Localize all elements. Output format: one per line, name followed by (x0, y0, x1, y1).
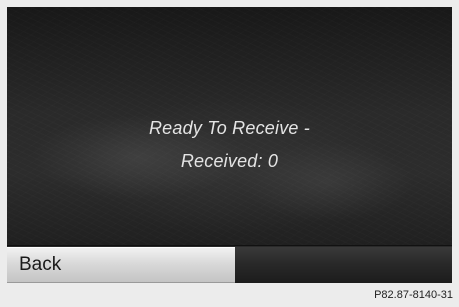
status-text-line-2: Received: 0 (180, 151, 279, 171)
figure: Ready To Receive - Received: 0 Back P82.… (0, 0, 459, 307)
softkey-bar: Back (7, 245, 452, 283)
status-text-line-1: Ready To Receive - (148, 118, 310, 138)
empty-softkey (235, 247, 452, 283)
display-screen: Ready To Receive - Received: 0 Back (7, 7, 452, 283)
figure-code: P82.87-8140-31 (374, 289, 453, 301)
back-button-label: Back (19, 254, 62, 275)
back-button[interactable]: Back (7, 247, 235, 283)
